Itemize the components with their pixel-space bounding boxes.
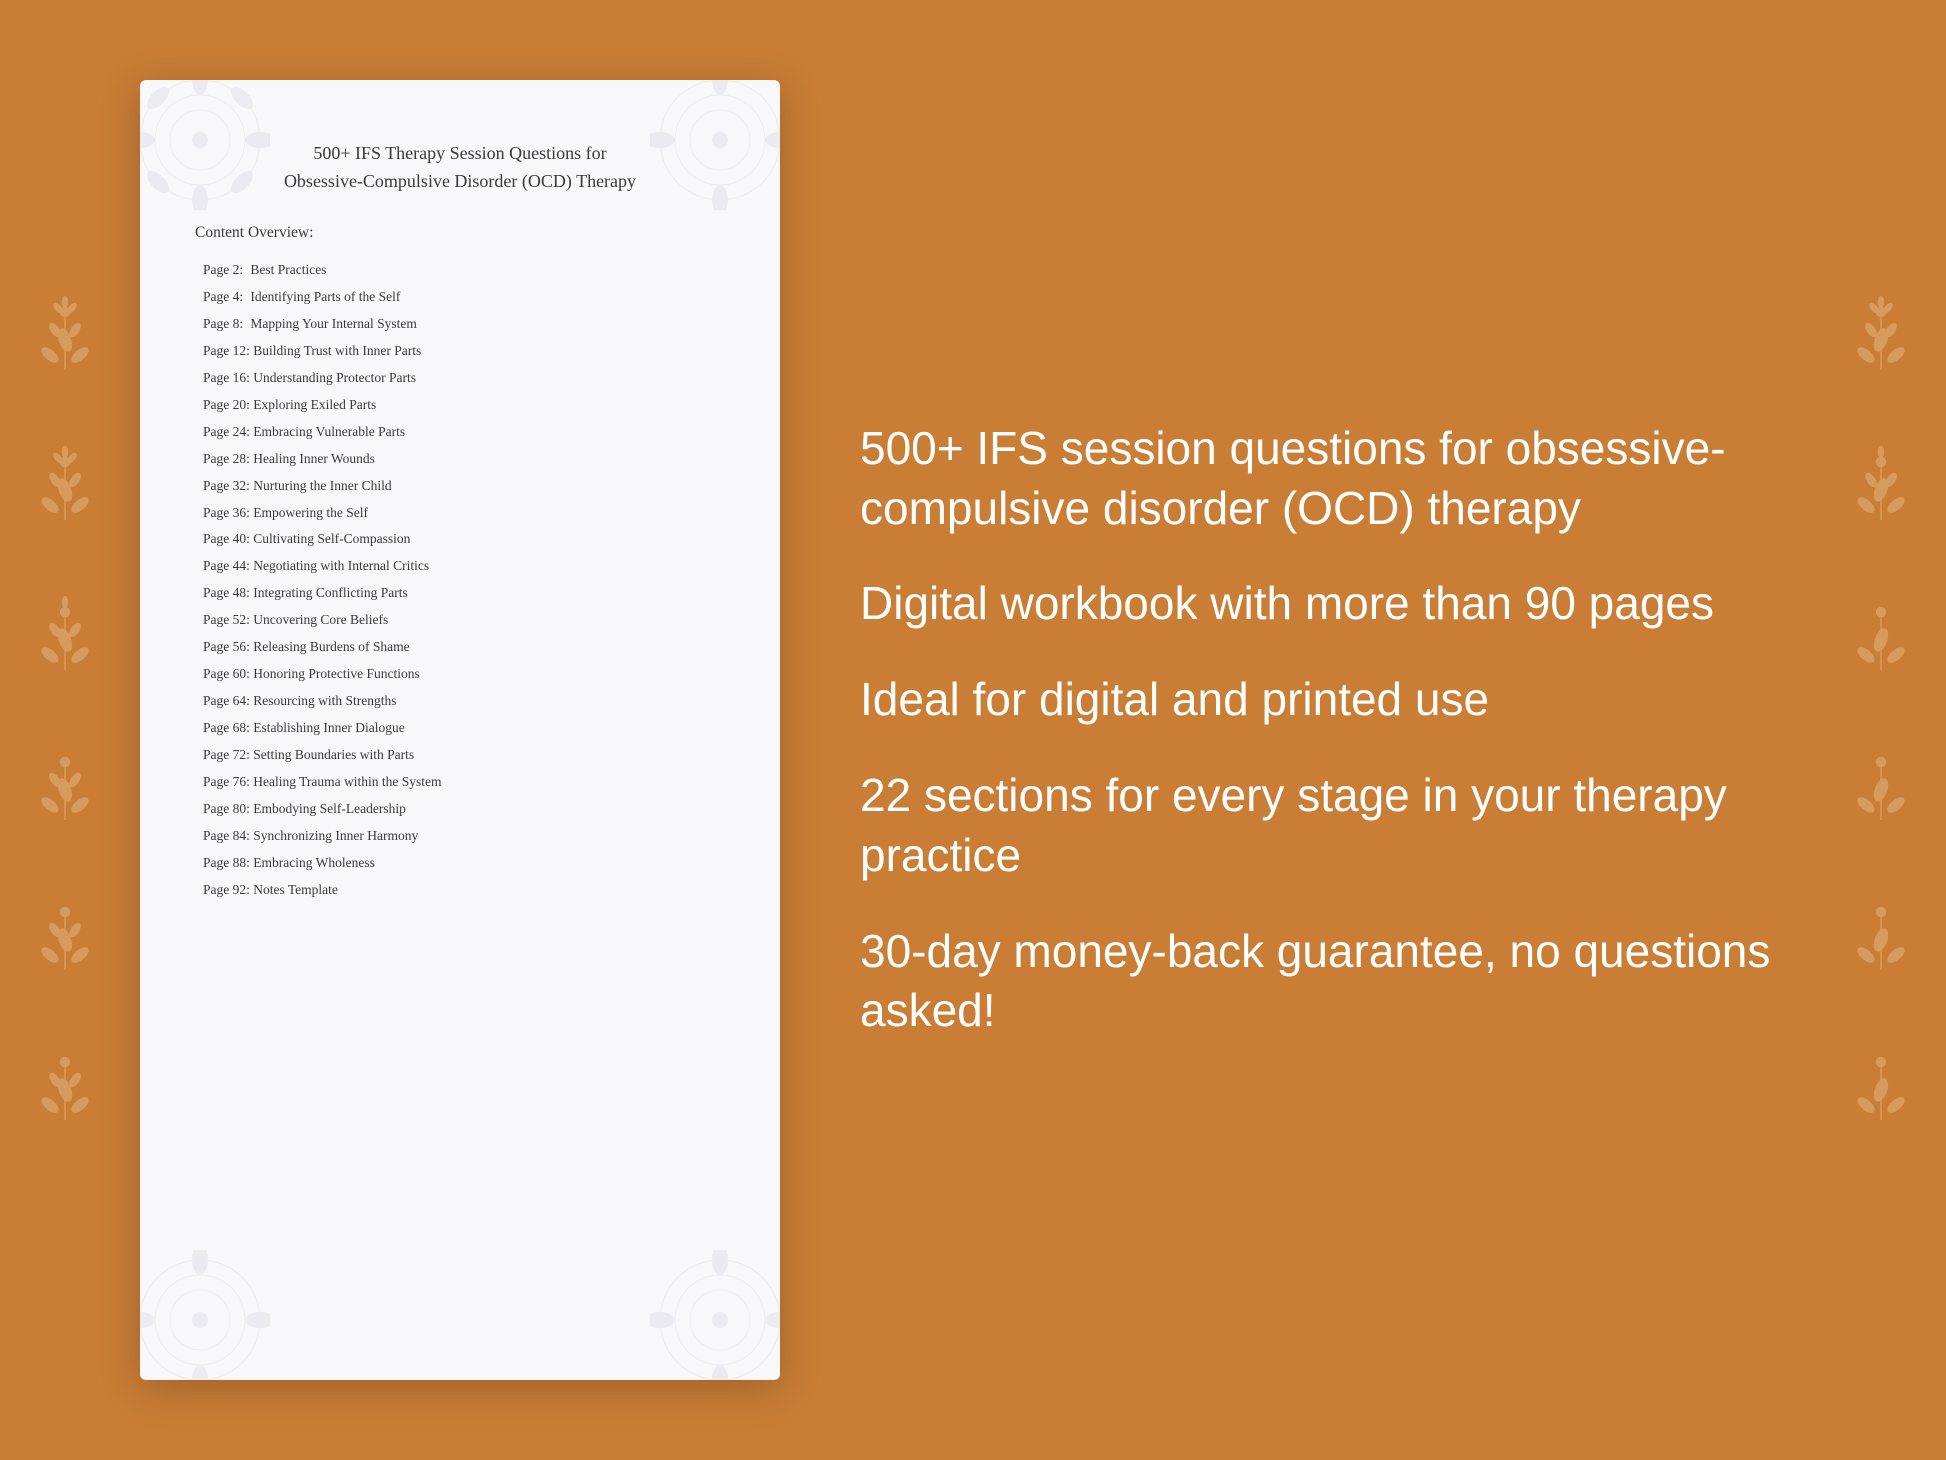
toc-item: Page 64: Resourcing with Strengths (195, 689, 725, 714)
feature-text-4: 22 sections for every stage in your ther… (860, 766, 1806, 886)
feature-text-5: 30-day money-back guarantee, no question… (860, 922, 1806, 1042)
toc-page-num: Page 52: (203, 608, 250, 633)
toc-title: Exploring Exiled Parts (250, 397, 376, 412)
toc-page-num: Page 44: (203, 554, 250, 579)
toc-title: Healing Trauma within the System (250, 774, 442, 789)
right-floral-svg (1836, 280, 1926, 1180)
watermark-bottom-left (140, 1250, 270, 1380)
right-floral-border (1826, 0, 1936, 1460)
toc-page-num: Page 28: (203, 447, 250, 472)
toc-item: Page 72: Setting Boundaries with Parts (195, 743, 725, 768)
toc-item: Page 28: Healing Inner Wounds (195, 447, 725, 472)
toc-item: Page 36: Empowering the Self (195, 501, 725, 526)
toc-item: Page 20: Exploring Exiled Parts (195, 393, 725, 418)
toc-title: Integrating Conflicting Parts (250, 585, 408, 600)
toc-page-num: Page 56: (203, 635, 250, 660)
toc-title: Healing Inner Wounds (250, 451, 375, 466)
feature-text-3: Ideal for digital and printed use (860, 670, 1806, 730)
toc-page-num: Page 88: (203, 851, 250, 876)
document-title: 500+ IFS Therapy Session Questions for O… (195, 140, 725, 196)
toc-title: Identifying Parts of the Self (247, 289, 400, 304)
feature-text-2: Digital workbook with more than 90 pages (860, 574, 1806, 634)
toc-item: Page 80: Embodying Self-Leadership (195, 797, 725, 822)
toc-title: Notes Template (250, 882, 338, 897)
toc-title: Building Trust with Inner Parts (250, 343, 421, 358)
toc-title: Establishing Inner Dialogue (250, 720, 405, 735)
toc-item: Page 44: Negotiating with Internal Criti… (195, 554, 725, 579)
toc-item: Page 92: Notes Template (195, 878, 725, 903)
toc-item: Page 68: Establishing Inner Dialogue (195, 716, 725, 741)
toc-page-num: Page 16: (203, 366, 250, 391)
feature-text-1: 500+ IFS session questions for obsessive… (860, 419, 1806, 539)
toc-item: Page 76: Healing Trauma within the Syste… (195, 770, 725, 795)
toc-item: Page 32: Nurturing the Inner Child (195, 474, 725, 499)
toc-page-num: Page 64: (203, 689, 250, 714)
left-floral-border (10, 0, 120, 1460)
toc-title: Releasing Burdens of Shame (250, 639, 410, 654)
right-panel: 500+ IFS session questions for obsessive… (840, 419, 1906, 1041)
toc-page-num: Page 72: (203, 743, 250, 768)
toc-list: Page 2: Best PracticesPage 4: Identifyin… (195, 258, 725, 903)
toc-page-num: Page 48: (203, 581, 250, 606)
toc-item: Page 16: Understanding Protector Parts (195, 366, 725, 391)
left-floral-svg (20, 280, 110, 1180)
toc-page-num: Page 32: (203, 474, 250, 499)
toc-item: Page 4: Identifying Parts of the Self (195, 285, 725, 310)
toc-page-num: Page 12: (203, 339, 250, 364)
toc-item: Page 56: Releasing Burdens of Shame (195, 635, 725, 660)
toc-title: Nurturing the Inner Child (250, 478, 392, 493)
doc-title-line2: Obsessive-Compulsive Disorder (OCD) Ther… (284, 171, 636, 191)
toc-item: Page 88: Embracing Wholeness (195, 851, 725, 876)
toc-title: Best Practices (247, 262, 326, 277)
toc-title: Cultivating Self-Compassion (250, 531, 411, 546)
toc-item: Page 48: Integrating Conflicting Parts (195, 581, 725, 606)
toc-page-num: Page 20: (203, 393, 250, 418)
toc-page-num: Page 8: (203, 312, 247, 337)
toc-item: Page 52: Uncovering Core Beliefs (195, 608, 725, 633)
toc-page-num: Page 24: (203, 420, 250, 445)
toc-title: Embracing Vulnerable Parts (250, 424, 405, 439)
toc-page-num: Page 4: (203, 285, 247, 310)
toc-title: Mapping Your Internal System (247, 316, 417, 331)
toc-page-num: Page 76: (203, 770, 250, 795)
toc-title: Embracing Wholeness (250, 855, 375, 870)
toc-title: Understanding Protector Parts (250, 370, 416, 385)
toc-title: Setting Boundaries with Parts (250, 747, 414, 762)
toc-item: Page 12: Building Trust with Inner Parts (195, 339, 725, 364)
toc-item: Page 84: Synchronizing Inner Harmony (195, 824, 725, 849)
toc-title: Honoring Protective Functions (250, 666, 420, 681)
toc-item: Page 8: Mapping Your Internal System (195, 312, 725, 337)
toc-page-num: Page 80: (203, 797, 250, 822)
document-card: 500+ IFS Therapy Session Questions for O… (140, 80, 780, 1380)
toc-title: Embodying Self-Leadership (250, 801, 406, 816)
content-overview-label: Content Overview: (195, 224, 725, 242)
main-layout: 500+ IFS Therapy Session Questions for O… (0, 0, 1946, 1460)
watermark-bottom-right (650, 1250, 780, 1380)
toc-page-num: Page 60: (203, 662, 250, 687)
toc-page-num: Page 84: (203, 824, 250, 849)
toc-item: Page 24: Embracing Vulnerable Parts (195, 420, 725, 445)
doc-title-line1: 500+ IFS Therapy Session Questions for (313, 143, 606, 163)
toc-item: Page 60: Honoring Protective Functions (195, 662, 725, 687)
toc-item: Page 2: Best Practices (195, 258, 725, 283)
toc-page-num: Page 40: (203, 527, 250, 552)
toc-title: Uncovering Core Beliefs (250, 612, 388, 627)
toc-item: Page 40: Cultivating Self-Compassion (195, 527, 725, 552)
toc-page-num: Page 92: (203, 878, 250, 903)
toc-title: Negotiating with Internal Critics (250, 558, 429, 573)
toc-page-num: Page 36: (203, 501, 250, 526)
toc-title: Synchronizing Inner Harmony (250, 828, 418, 843)
toc-title: Resourcing with Strengths (250, 693, 397, 708)
toc-page-num: Page 68: (203, 716, 250, 741)
toc-page-num: Page 2: (203, 258, 247, 283)
toc-title: Empowering the Self (250, 505, 368, 520)
